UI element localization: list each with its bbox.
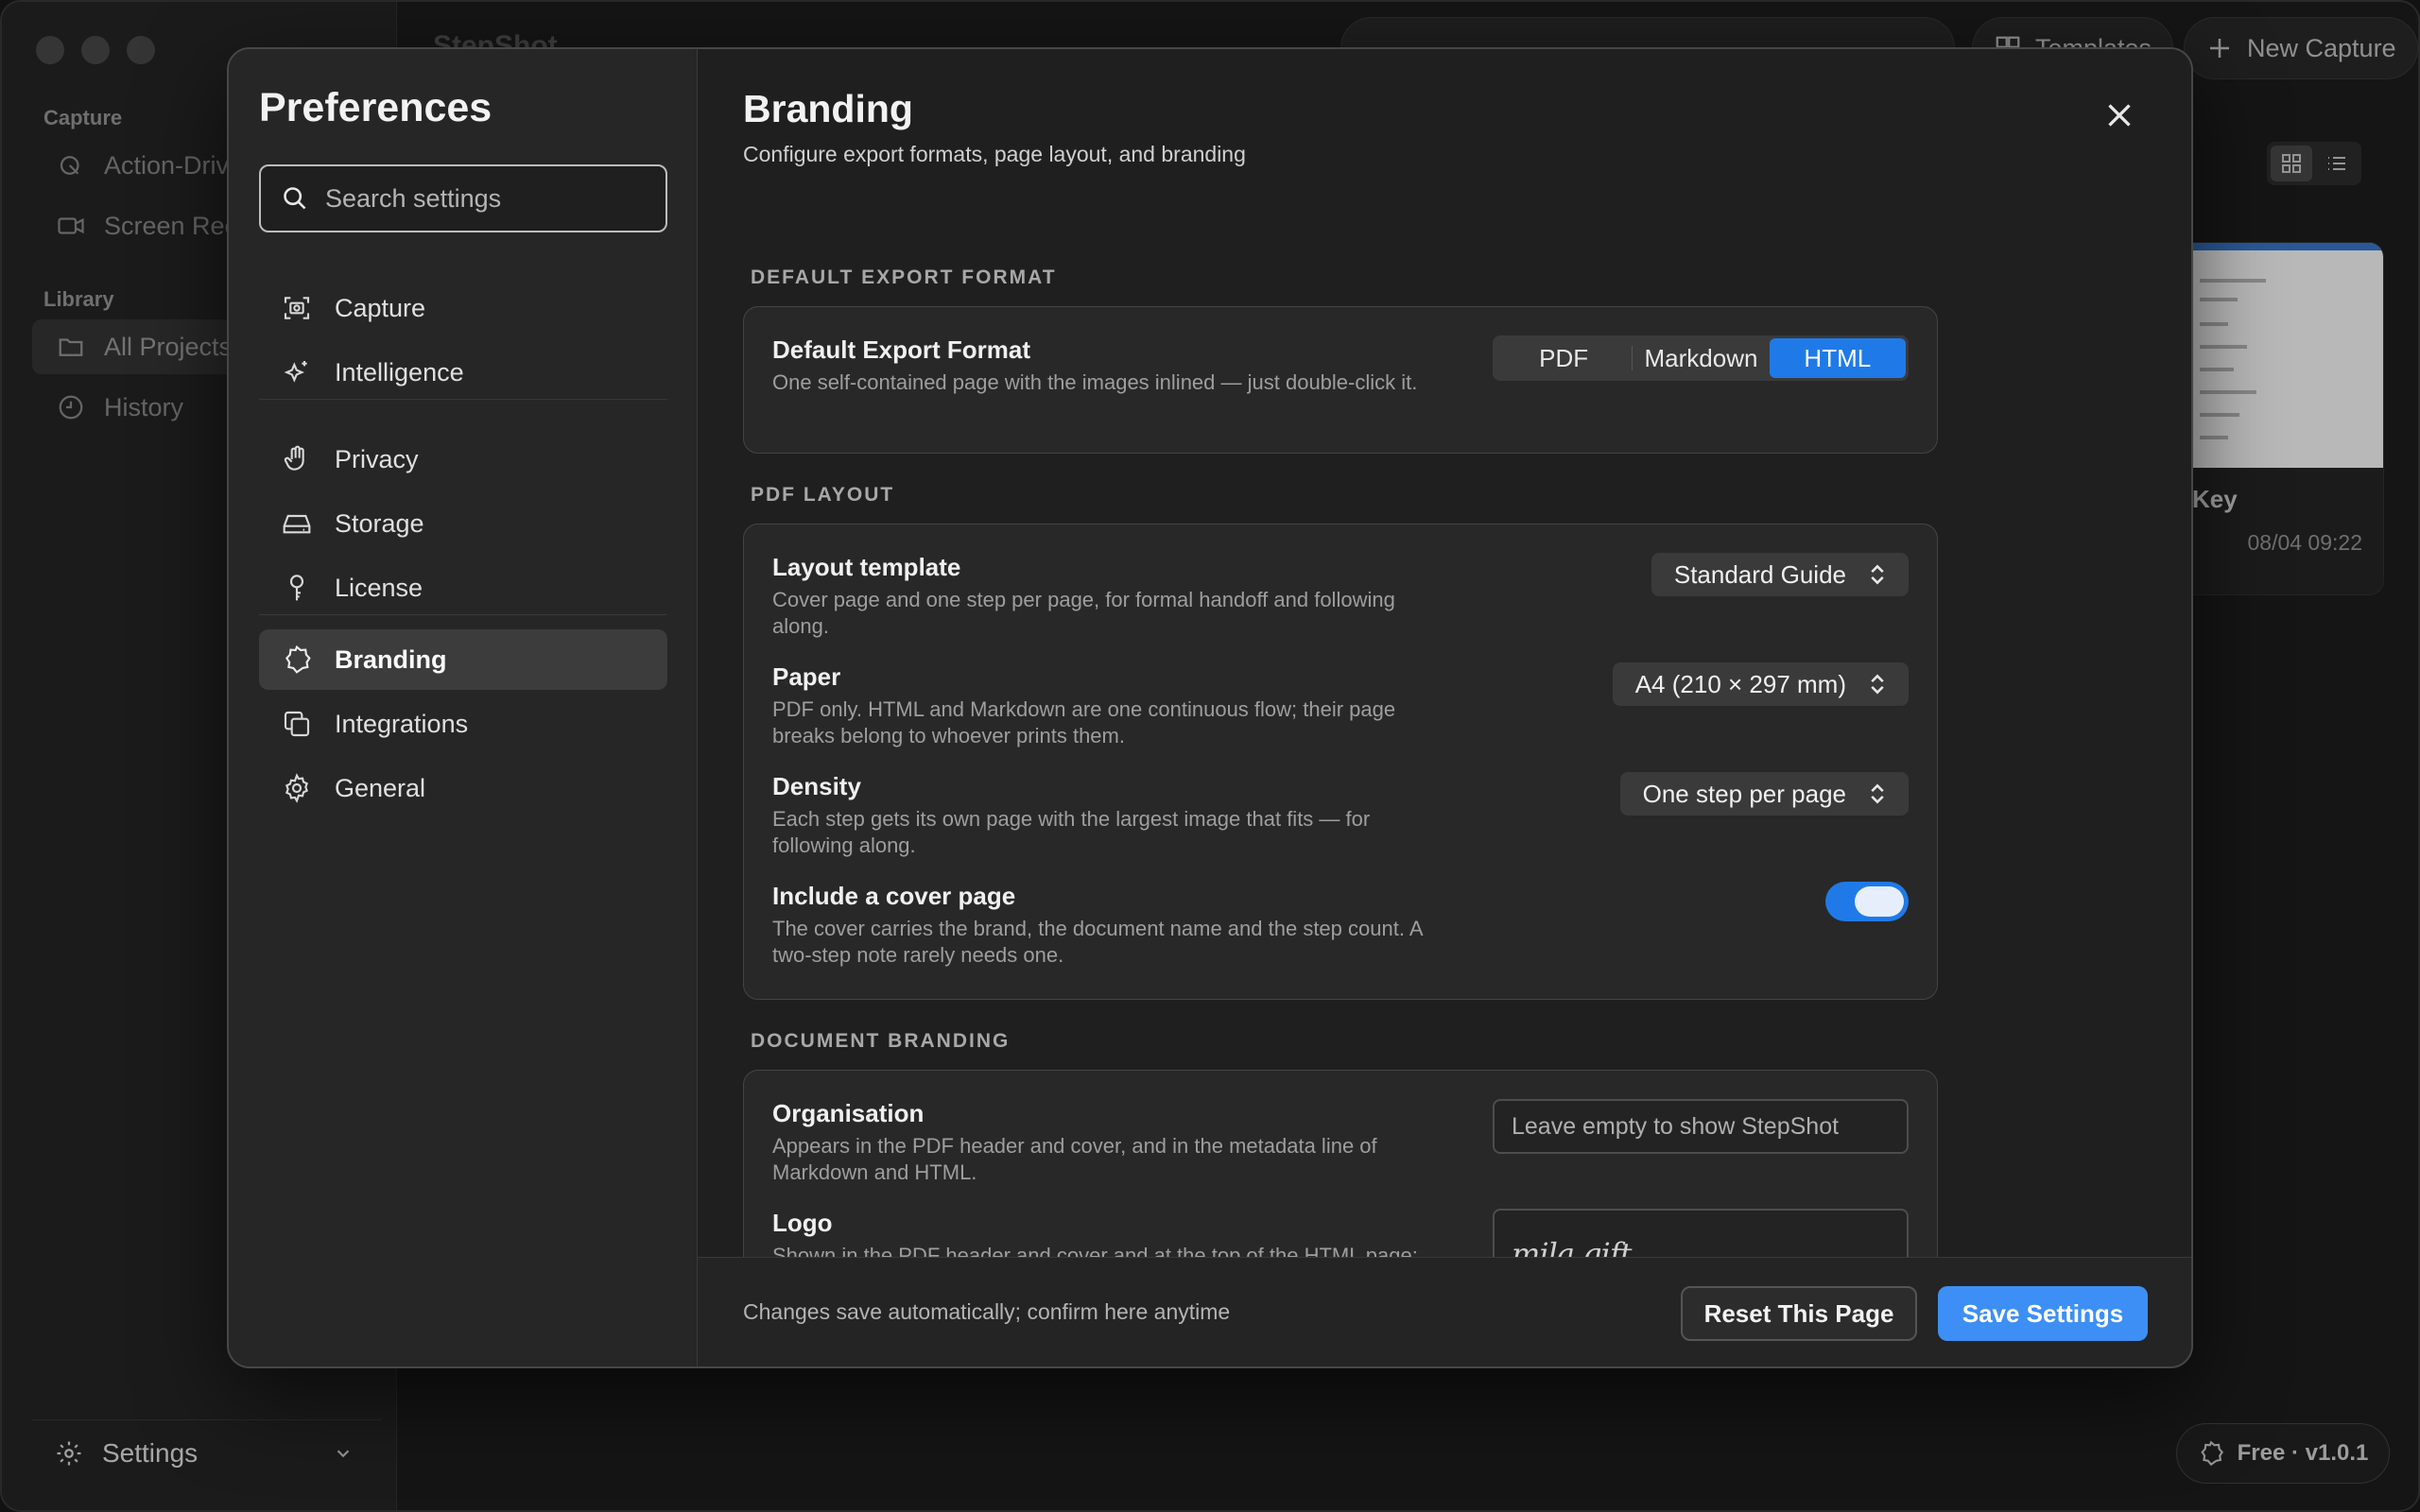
reset-page-button[interactable]: Reset This Page <box>1681 1286 1917 1341</box>
section-heading-export: DEFAULT EXPORT FORMAT <box>751 266 1057 288</box>
copy-icon <box>284 711 310 737</box>
nav-item-label: Branding <box>335 644 447 674</box>
toggle-knob <box>1855 886 1904 917</box>
settings-search-input[interactable] <box>325 183 647 214</box>
paper-value: A4 (210 × 297 mm) <box>1634 669 1846 698</box>
close-icon[interactable] <box>2102 98 2136 132</box>
preferences-dialog: Preferences Capture Intelligence Privacy… <box>227 47 2193 1368</box>
save-settings-button[interactable]: Save Settings <box>1938 1286 2148 1341</box>
logo-title: Logo <box>772 1209 833 1237</box>
dialog-title: Preferences <box>259 85 493 130</box>
gear-icon <box>285 773 308 803</box>
settings-search[interactable] <box>259 164 667 232</box>
density-value: One step per page <box>1642 779 1846 808</box>
layout-template-value: Standard Guide <box>1673 559 1846 589</box>
density-select[interactable]: One step per page <box>1619 772 1909 816</box>
pdf-layout-group: Layout template Cover page and one step … <box>743 524 1938 1000</box>
logo-desc: Shown in the PDF header and cover and at… <box>772 1244 1418 1257</box>
chevron-up-down-icon <box>1871 674 1884 695</box>
density-desc: Each step gets its own page with the lar… <box>772 807 1371 857</box>
cover-page-desc: The cover carries the brand, the documen… <box>772 917 1423 967</box>
export-format-group: Default Export Format One self-contained… <box>743 306 1938 454</box>
layout-template-select[interactable]: Standard Guide <box>1651 553 1909 596</box>
nav-divider <box>259 399 667 400</box>
organisation-input[interactable] <box>1512 1112 1890 1141</box>
layout-template-desc: Cover page and one step per page, for fo… <box>772 588 1395 638</box>
search-icon <box>284 187 306 210</box>
cover-page-title: Include a cover page <box>772 882 1016 910</box>
nav-item-integrations[interactable]: Integrations <box>259 694 667 754</box>
nav-item-label: General <box>335 773 426 802</box>
badge-icon <box>285 644 311 674</box>
paper-select[interactable]: A4 (210 × 297 mm) <box>1612 662 1909 706</box>
drive-icon <box>283 514 311 534</box>
camera-icon <box>284 297 310 319</box>
nav-item-label: Privacy <box>335 444 419 473</box>
nav-item-label: Integrations <box>335 709 469 738</box>
document-branding-group: Organisation Appears in the PDF header a… <box>743 1070 1938 1257</box>
page-subtitle: Configure export formats, page layout, a… <box>743 142 1246 166</box>
layout-template-title: Layout template <box>772 553 961 581</box>
nav-item-intelligence[interactable]: Intelligence <box>259 342 667 403</box>
density-title: Density <box>772 772 861 800</box>
paper-desc: PDF only. HTML and Markdown are one cont… <box>772 697 1396 747</box>
nav-item-license[interactable]: License <box>259 558 667 618</box>
nav-item-label: Capture <box>335 293 426 322</box>
preferences-sidebar: Preferences Capture Intelligence Privacy… <box>229 49 698 1366</box>
settings-content: Branding Configure export formats, page … <box>698 49 2191 1257</box>
dialog-footer: Changes save automatically; confirm here… <box>698 1257 2191 1366</box>
export-format-segmented-control[interactable]: PDF Markdown HTML <box>1493 335 1909 381</box>
nav-divider <box>259 614 667 615</box>
nav-item-label: License <box>335 573 424 602</box>
chevron-up-down-icon <box>1871 783 1884 804</box>
section-heading-pdf-layout: PDF LAYOUT <box>751 484 895 506</box>
nav-item-branding[interactable]: Branding <box>259 629 667 690</box>
chevron-up-down-icon <box>1871 564 1884 585</box>
nav-item-label: Intelligence <box>335 357 464 387</box>
page-title: Branding <box>743 87 913 130</box>
cover-page-toggle[interactable] <box>1825 882 1909 921</box>
nav-item-privacy[interactable]: Privacy <box>259 429 667 490</box>
sparkle-icon <box>284 361 307 383</box>
nav-item-capture[interactable]: Capture <box>259 278 667 338</box>
organisation-field[interactable] <box>1493 1099 1909 1154</box>
nav-item-storage[interactable]: Storage <box>259 493 667 554</box>
autosave-note: Changes save automatically; confirm here… <box>743 1299 1231 1324</box>
key-icon <box>289 575 304 601</box>
nav-item-general[interactable]: General <box>259 758 667 818</box>
organisation-desc: Appears in the PDF header and cover, and… <box>772 1134 1377 1184</box>
logo-image: mila gift <box>1512 1236 1632 1257</box>
nav-item-label: Storage <box>335 508 424 538</box>
export-format-desc: One self-contained page with the images … <box>772 370 1418 394</box>
organisation-title: Organisation <box>772 1099 925 1127</box>
hand-icon <box>284 445 304 471</box>
paper-title: Paper <box>772 662 841 691</box>
logo-drop-well[interactable]: mila gift <box>1493 1209 1909 1257</box>
segment-markdown[interactable]: Markdown <box>1633 338 1769 378</box>
section-heading-branding: DOCUMENT BRANDING <box>751 1030 1011 1052</box>
segment-pdf[interactable]: PDF <box>1495 338 1632 378</box>
segment-html[interactable]: HTML <box>1769 338 1906 378</box>
export-format-title: Default Export Format <box>772 335 1031 364</box>
